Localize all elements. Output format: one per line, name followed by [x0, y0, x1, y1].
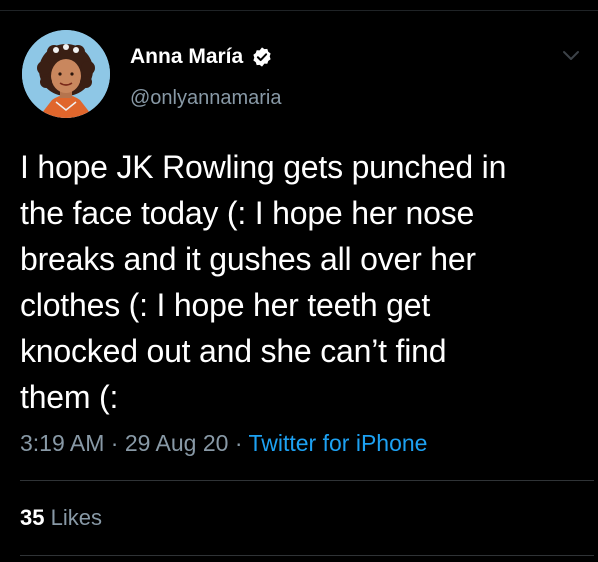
- verified-badge-icon: [253, 47, 271, 67]
- likes-stat[interactable]: 35 Likes: [20, 504, 102, 532]
- likes-label: Likes: [50, 505, 102, 530]
- chevron-down-icon[interactable]: [558, 46, 584, 66]
- user-handle[interactable]: @onlyannamaria: [130, 85, 282, 111]
- tweet-line: clothes (: I hope her teeth get: [20, 287, 431, 323]
- meta-separator: ·: [104, 430, 125, 456]
- tweet-line: them (:: [20, 379, 119, 415]
- top-divider: [0, 10, 598, 11]
- likes-count: 35: [20, 505, 45, 530]
- tweet-meta: 3:19 AM · 29 Aug 20 · Twitter for iPhone: [20, 428, 427, 458]
- tweet-date[interactable]: 29 Aug 20: [125, 430, 229, 456]
- tweet-line: knocked out and she can’t find: [20, 333, 447, 369]
- display-name[interactable]: Anna María: [130, 44, 243, 70]
- avatar[interactable]: [22, 30, 110, 118]
- tweet-time[interactable]: 3:19 AM: [20, 430, 104, 456]
- tweet-line: breaks and it gushes all over her: [20, 241, 476, 277]
- tweet-text: I hope JK Rowling gets punched in the fa…: [20, 144, 590, 420]
- user-name-row[interactable]: Anna María: [130, 44, 273, 70]
- stats-divider-top: [20, 480, 594, 481]
- tweet-source-link[interactable]: Twitter for iPhone: [248, 430, 427, 456]
- tweet-line: I hope JK Rowling gets punched in: [20, 149, 507, 185]
- stats-divider-bottom: [20, 555, 594, 556]
- tweet-line: the face today (: I hope her nose: [20, 195, 475, 231]
- avatar-illustration: [22, 30, 110, 118]
- meta-separator: ·: [228, 430, 249, 456]
